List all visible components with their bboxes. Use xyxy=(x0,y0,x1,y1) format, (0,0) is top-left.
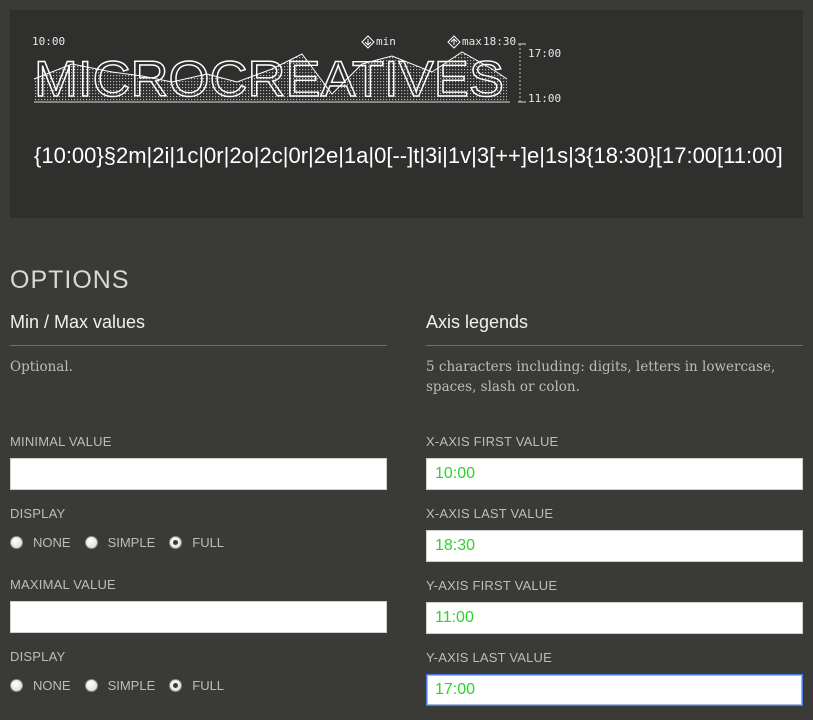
radio-button[interactable] xyxy=(84,536,98,549)
x-first-label: X-AXIS FIRST VALUE xyxy=(426,434,559,449)
axis-section: Axis legends xyxy=(426,312,803,346)
max-display-full-option[interactable]: FULL xyxy=(169,678,224,693)
y-first-input[interactable] xyxy=(426,602,803,634)
axis-hint: 5 characters including: digits, letters … xyxy=(426,359,776,395)
max-value-label: MAXIMAL VALUE xyxy=(10,577,116,592)
x-first-input[interactable] xyxy=(426,458,803,490)
preview-panel: MICROCREATIVES 10:00 min max 18:30 17:00… xyxy=(10,10,803,218)
min-legend: min xyxy=(376,35,396,48)
max-display-simple-option[interactable]: SIMPLE xyxy=(84,678,156,693)
min-marker-icon xyxy=(361,35,375,49)
radio-label: NONE xyxy=(33,535,71,550)
minmax-hint: Optional. xyxy=(10,359,73,375)
y-first-label: Y-AXIS FIRST VALUE xyxy=(426,578,558,593)
radio-button-selected[interactable] xyxy=(169,536,183,549)
y-last-label: Y-AXIS LAST VALUE xyxy=(426,650,552,665)
max-value-input[interactable] xyxy=(10,601,387,633)
radio-label: FULL xyxy=(192,535,225,550)
radio-label: FULL xyxy=(192,678,225,693)
minmax-heading: Min / Max values xyxy=(10,312,387,346)
sparkline-banner: MICROCREATIVES 10:00 min max 18:30 17:00… xyxy=(32,24,561,105)
banner-word: MICROCREATIVES xyxy=(34,51,504,104)
min-value-label: MINIMAL VALUE xyxy=(10,434,112,449)
y-top-legend: 17:00 xyxy=(528,47,562,60)
x-last-input[interactable] xyxy=(426,530,803,562)
min-display-radio-group: NONE SIMPLE FULL xyxy=(10,535,238,550)
max-display-none-option[interactable]: NONE xyxy=(10,678,71,693)
radio-label: NONE xyxy=(33,678,71,693)
x-last-legend: 18:30 xyxy=(483,35,517,48)
min-display-label: DISPLAY xyxy=(10,506,66,521)
x-first-legend: 10:00 xyxy=(32,35,66,48)
radio-button[interactable] xyxy=(10,536,23,549)
max-marker-icon xyxy=(447,35,461,49)
radio-button-selected[interactable] xyxy=(169,679,183,692)
microcreatives-code: {10:00}§2m|2i|1c|0r|2o|2c|0r|2e|1a|0[--]… xyxy=(34,143,783,168)
x-last-label: X-AXIS LAST VALUE xyxy=(426,506,554,521)
radio-button[interactable] xyxy=(84,679,98,692)
min-display-none-option[interactable]: NONE xyxy=(10,535,71,550)
y-bottom-legend: 11:00 xyxy=(528,92,562,105)
max-display-radio-group: NONE SIMPLE FULL xyxy=(10,678,238,693)
max-display-label: DISPLAY xyxy=(10,649,66,664)
options-title: OPTIONS xyxy=(10,266,130,294)
axis-heading: Axis legends xyxy=(426,312,803,346)
min-display-full-option[interactable]: FULL xyxy=(169,535,224,550)
radio-button[interactable] xyxy=(10,679,23,692)
min-value-input[interactable] xyxy=(10,458,387,490)
radio-label: SIMPLE xyxy=(107,678,156,693)
minmax-section: Min / Max values xyxy=(10,312,387,346)
radio-label: SIMPLE xyxy=(107,535,156,550)
sparkline-graphic: MICROCREATIVES xyxy=(33,35,526,104)
y-last-input[interactable] xyxy=(426,674,803,706)
min-display-simple-option[interactable]: SIMPLE xyxy=(84,535,156,550)
max-legend: max xyxy=(462,35,482,48)
